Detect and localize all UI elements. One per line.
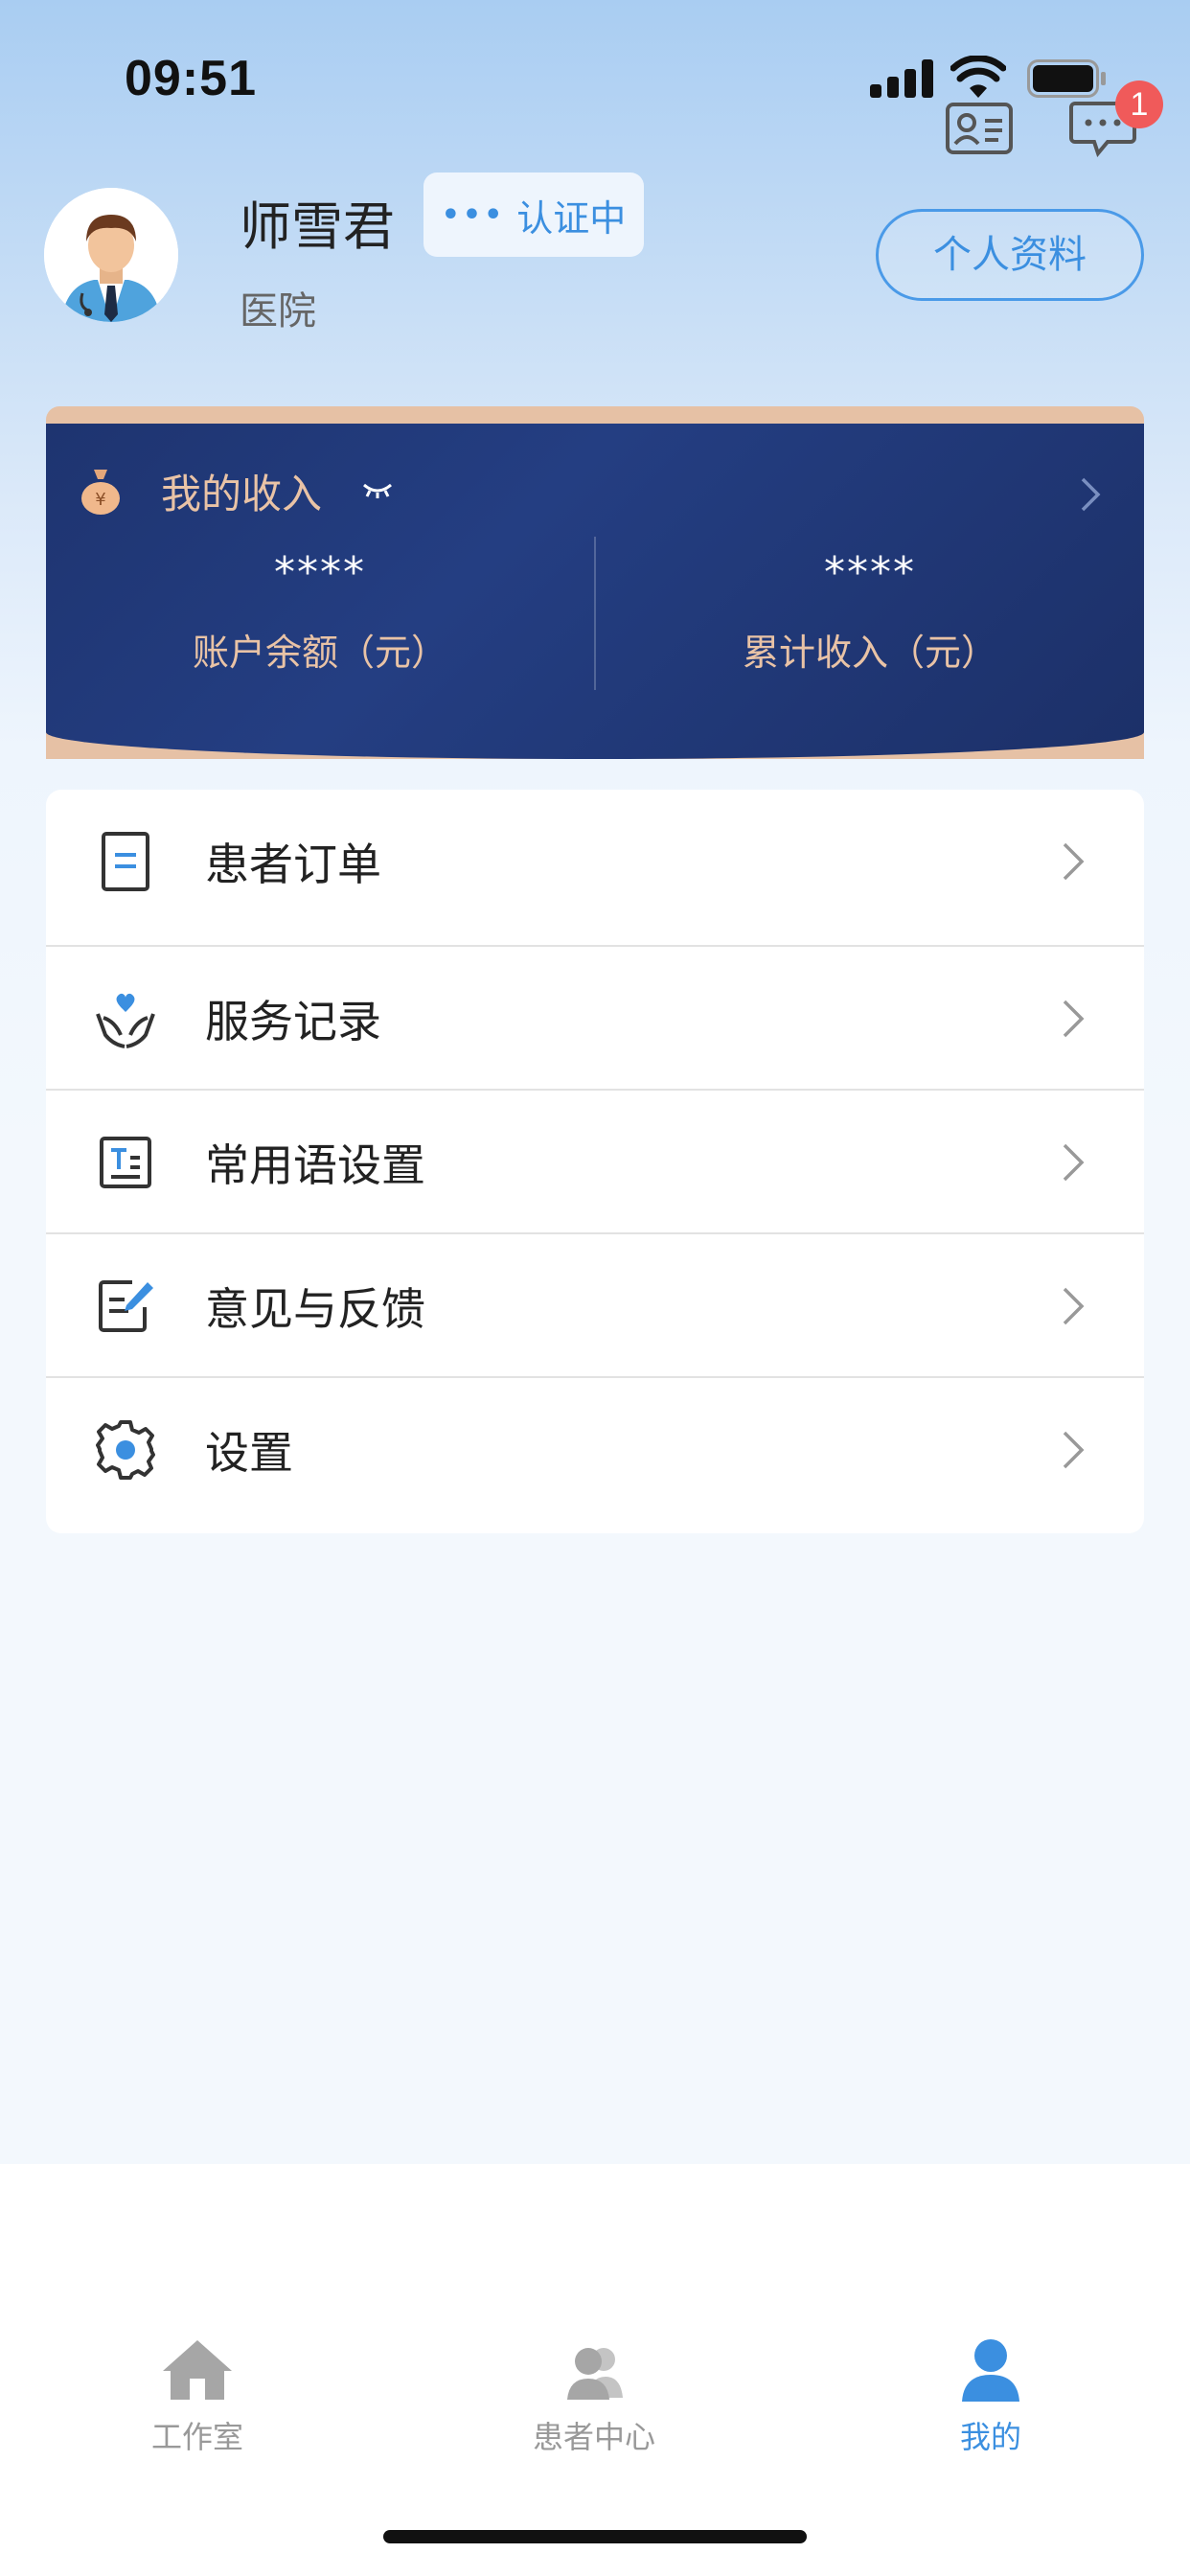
total-income-label: 累计收入（元） — [742, 632, 997, 674]
wifi-icon — [950, 56, 1006, 98]
total-income-value: **** — [824, 548, 916, 597]
menu-item-label: 服务记录 — [205, 996, 381, 1047]
menu-item-label: 设置 — [205, 1427, 293, 1479]
home-icon — [163, 2340, 232, 2400]
document-icon — [102, 832, 149, 891]
account-balance-label: 账户余额（元） — [192, 632, 447, 674]
doctor-avatar-icon — [44, 188, 178, 322]
hospital-name: 医院 — [240, 289, 316, 334]
text-template-icon — [100, 1137, 151, 1188]
menu-list: 患者订单 服务记录 常用语设置 意见与反馈 设置 — [46, 790, 1144, 1533]
personal-profile-button[interactable]: 个人资料 — [876, 209, 1144, 301]
menu-item-phrase-settings[interactable]: 常用语设置 — [46, 1091, 1144, 1234]
hands-heart-icon — [96, 993, 155, 1048]
certification-status-text: 认证中 — [516, 196, 627, 240]
avatar[interactable] — [44, 188, 178, 322]
doctor-name: 师雪君 — [240, 196, 395, 257]
tab-studio[interactable]: 工作室 — [54, 2336, 341, 2457]
cellular-signal-icon — [870, 59, 933, 98]
chevron-right-icon[interactable] — [1079, 475, 1102, 514]
menu-item-settings[interactable]: 设置 — [46, 1378, 1144, 1522]
bottom-tab-bar: 工作室 患者中心 我的 — [0, 2164, 1190, 2576]
chevron-right-icon — [1063, 1431, 1085, 1469]
person-icon — [962, 2339, 1019, 2402]
tab-label: 工作室 — [150, 2419, 243, 2455]
tab-label: 我的 — [959, 2419, 1021, 2455]
message-badge: 1 — [1115, 80, 1163, 128]
gear-icon — [96, 1420, 155, 1480]
account-balance: **** 账户余额（元） — [46, 548, 594, 676]
more-dots-icon: ••• — [441, 197, 506, 232]
account-balance-value: **** — [274, 548, 366, 597]
income-card[interactable]: ¥ 我的收入 **** 账户余额（元） **** 累计收入（元） — [46, 406, 1144, 759]
menu-item-label: 意见与反馈 — [205, 1283, 425, 1335]
users-icon — [567, 2348, 623, 2400]
tab-patient-center[interactable]: 患者中心 — [450, 2336, 738, 2457]
home-indicator[interactable] — [383, 2530, 807, 2543]
chevron-right-icon — [1063, 1000, 1085, 1038]
money-bag-icon: ¥ — [81, 470, 120, 515]
income-title: 我的收入 — [161, 470, 323, 518]
chevron-right-icon — [1063, 1143, 1085, 1182]
chevron-right-icon — [1063, 1287, 1085, 1325]
menu-item-patient-orders[interactable]: 患者订单 — [46, 790, 1144, 933]
menu-item-label: 常用语设置 — [205, 1139, 425, 1191]
menu-item-feedback[interactable]: 意见与反馈 — [46, 1234, 1144, 1378]
eye-closed-icon[interactable] — [360, 479, 395, 502]
tab-label: 患者中心 — [532, 2419, 655, 2455]
svg-text:¥: ¥ — [95, 490, 105, 510]
status-time: 09:51 — [125, 51, 257, 106]
certification-status-badge: ••• 认证中 — [423, 172, 644, 257]
battery-icon — [1027, 59, 1106, 98]
edit-note-icon — [99, 1280, 153, 1332]
tab-mine[interactable]: 我的 — [847, 2336, 1134, 2457]
menu-item-label: 患者订单 — [205, 839, 381, 890]
income-card-body: ¥ 我的收入 **** 账户余额（元） **** 累计收入（元） — [46, 424, 1144, 759]
total-income: **** 累计收入（元） — [596, 548, 1144, 676]
id-card-icon[interactable] — [945, 102, 1014, 155]
menu-item-service-records[interactable]: 服务记录 — [46, 947, 1144, 1091]
chevron-right-icon — [1063, 842, 1085, 881]
income-header: ¥ 我的收入 — [79, 462, 395, 519]
